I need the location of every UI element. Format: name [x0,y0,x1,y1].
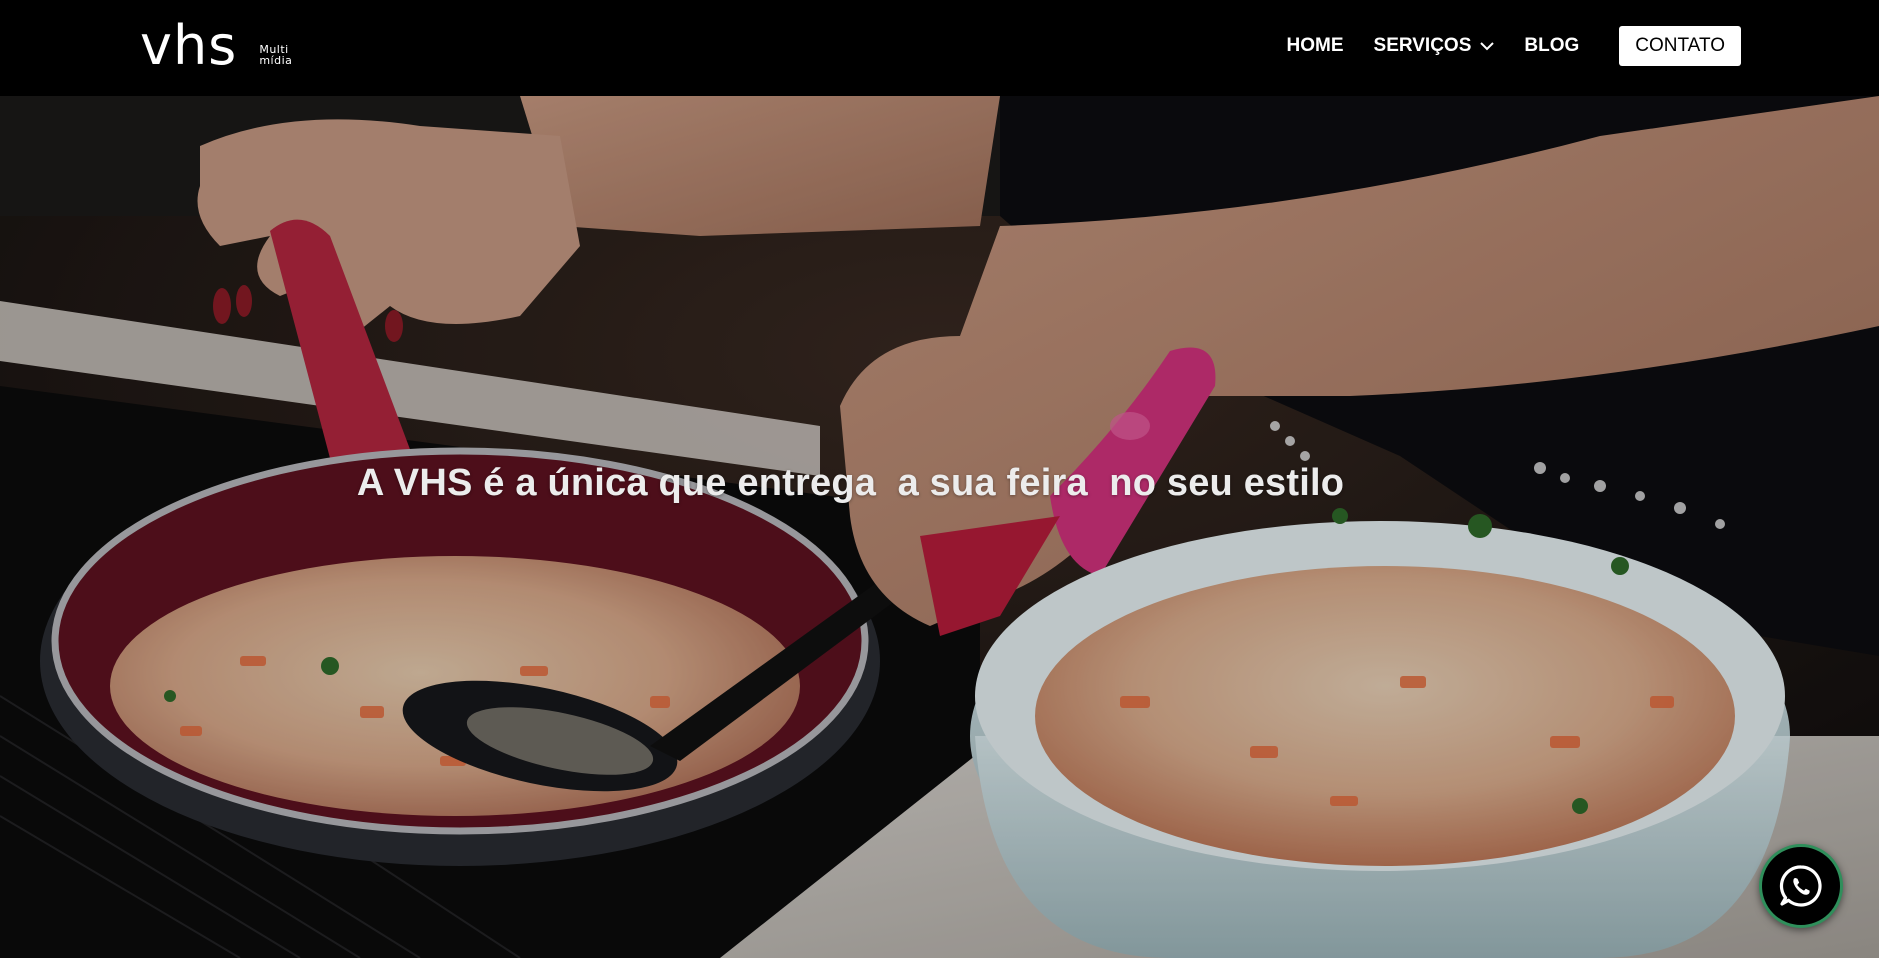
hero-headline: A VHS é a única que entrega a sua feira … [356,462,1345,504]
logo[interactable]: vhs Multi mídia [140,18,292,74]
site-header: vhs Multi mídia HOME SERVIÇOS BLOG CONTA… [0,0,1879,96]
whatsapp-icon [1779,865,1822,907]
contato-button[interactable]: CONTATO [1619,26,1741,66]
nav-servicos-label: SERVIÇOS [1373,35,1472,56]
logo-sub-line-2: mídia [259,54,293,67]
logo-mark: vhs [140,14,238,77]
hero-video [0,96,1879,958]
whatsapp-button[interactable] [1759,844,1843,928]
chevron-down-icon [1480,42,1495,51]
main-nav: HOME SERVIÇOS BLOG CONTATO [1287,26,1741,66]
logo-subtitle: Multi mídia [259,44,292,66]
nav-servicos[interactable]: SERVIÇOS [1374,35,1495,57]
nav-home[interactable]: HOME [1287,35,1344,57]
hero-overlay [0,96,1879,958]
nav-blog[interactable]: BLOG [1524,35,1579,57]
